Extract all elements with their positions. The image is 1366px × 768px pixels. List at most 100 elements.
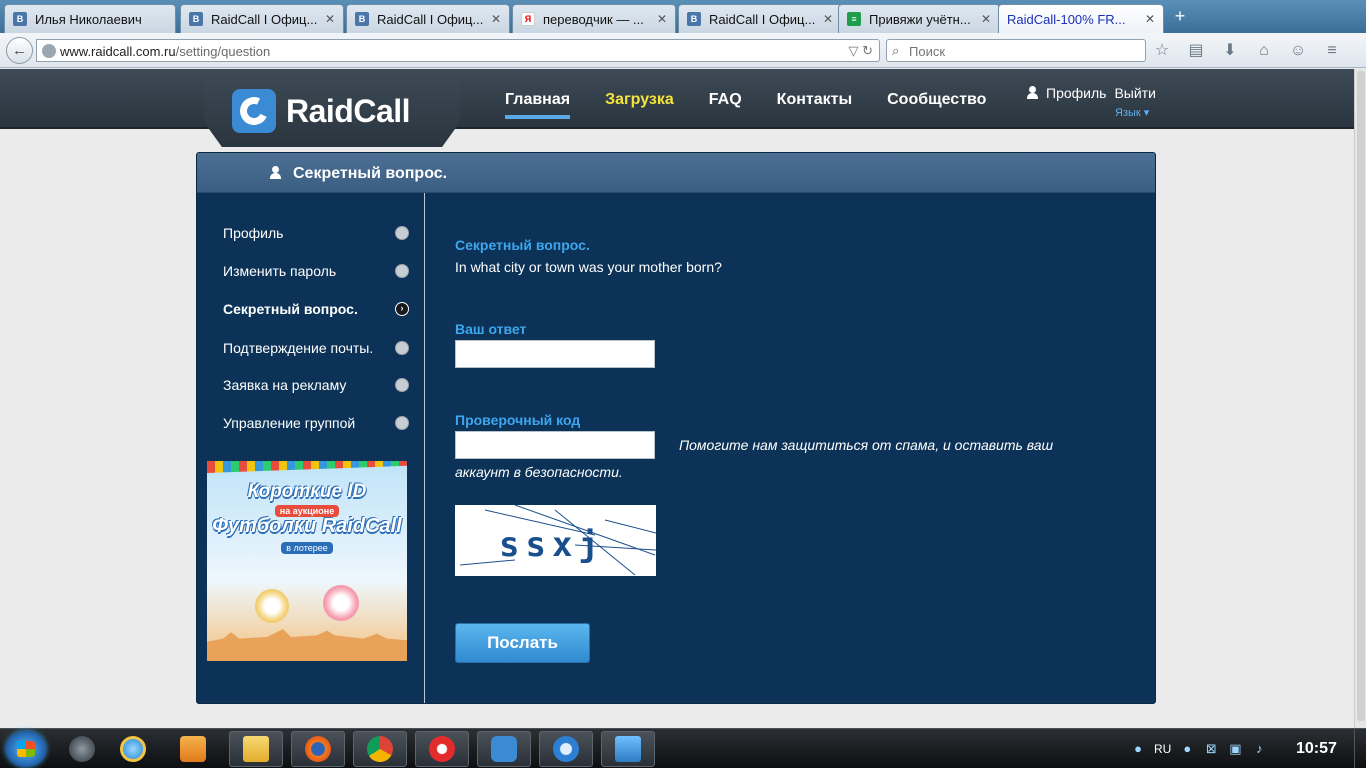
tab-title: Привяжи учётн... bbox=[869, 11, 971, 27]
address-bar[interactable]: www.raidcall.com.ru/setting/question ▽ ↻ bbox=[36, 39, 880, 62]
sidebar-item-change-password[interactable]: Изменить пароль bbox=[223, 260, 409, 282]
chrome-icon[interactable] bbox=[353, 731, 407, 767]
clock[interactable]: 10:57 bbox=[1296, 740, 1337, 758]
tab-title: RaidCall I Офиц... bbox=[709, 11, 816, 27]
language-select[interactable]: Язык ▾ bbox=[1115, 106, 1149, 119]
profile-link[interactable]: Профиль bbox=[1046, 85, 1106, 101]
app-g-icon[interactable] bbox=[539, 731, 593, 767]
tab-title: RaidCall-100% FR... bbox=[1007, 11, 1126, 27]
question-form: Секретный вопрос. In what city or town w… bbox=[455, 193, 1135, 703]
star-icon[interactable]: ☆ bbox=[1152, 41, 1172, 61]
scrollbar-thumb[interactable] bbox=[1357, 71, 1365, 721]
browser-tab-2[interactable]: В RaidCall I Офиц... ✕ bbox=[180, 4, 344, 33]
slider-icon[interactable]: ● bbox=[1179, 741, 1195, 757]
sidebar-item-ad-request[interactable]: Заявка на рекламу bbox=[223, 374, 409, 396]
sidebar-item-label: Профиль bbox=[223, 225, 284, 241]
menu-icon[interactable]: ≡ bbox=[1322, 41, 1342, 61]
clipboard-icon[interactable]: ▤ bbox=[1186, 41, 1206, 61]
answer-input[interactable] bbox=[455, 340, 655, 368]
nav-contacts[interactable]: Контакты bbox=[777, 91, 852, 113]
settings-panel: Секретный вопрос. Профиль Изменить парол… bbox=[196, 152, 1156, 704]
nav-download[interactable]: Загрузка bbox=[605, 91, 674, 113]
nav-faq[interactable]: FAQ bbox=[709, 91, 742, 113]
url-text: www.raidcall.com.ru/setting/question bbox=[60, 44, 270, 59]
captcha-hint: Помогите нам защититься от спама, и оста… bbox=[455, 437, 1054, 480]
url-path: /setting/question bbox=[175, 44, 271, 59]
firefox-icon[interactable] bbox=[291, 731, 345, 767]
nav-community[interactable]: Сообщество bbox=[887, 91, 986, 113]
promo-banner[interactable]: Короткие ID на аукционе Футболки RaidCal… bbox=[207, 461, 407, 661]
vk-icon: В bbox=[13, 12, 27, 26]
settings-sidebar: Профиль Изменить пароль Секретный вопрос… bbox=[197, 193, 425, 703]
download-icon[interactable]: ⬇ bbox=[1220, 41, 1240, 61]
sidebar-item-profile[interactable]: Профиль bbox=[223, 222, 409, 244]
globe-icon bbox=[42, 44, 56, 58]
network-icon[interactable]: ⊠ bbox=[1203, 741, 1219, 757]
search-bar[interactable]: ⌕ bbox=[886, 39, 1146, 62]
browser-tab-3[interactable]: В RaidCall I Офиц... ✕ bbox=[346, 4, 510, 33]
browser-tab-1[interactable]: В Илья Николаевич bbox=[4, 4, 176, 33]
logo-text[interactable]: RaidCall bbox=[286, 93, 411, 130]
explorer-icon[interactable] bbox=[229, 731, 283, 767]
user-box: Профиль Выйти bbox=[1026, 85, 1156, 101]
captcha-image: ssxj bbox=[455, 505, 656, 576]
back-button[interactable]: ← bbox=[6, 37, 33, 64]
raidcall-logo-icon[interactable] bbox=[232, 89, 276, 133]
nav-home[interactable]: Главная bbox=[505, 91, 571, 119]
browser-tab-4[interactable]: Я переводчик — ... ✕ bbox=[512, 4, 676, 33]
home-icon[interactable]: ⌂ bbox=[1254, 41, 1274, 61]
main-nav: Главная Загрузка FAQ Контакты Сообщество bbox=[505, 91, 1021, 119]
close-icon[interactable]: ✕ bbox=[823, 12, 833, 26]
user-icon bbox=[269, 166, 281, 180]
vk-icon: В bbox=[189, 12, 203, 26]
browser-tab-active[interactable]: RaidCall-100% FR... ✕ bbox=[998, 4, 1164, 33]
media-player-icon[interactable] bbox=[166, 731, 220, 767]
toolbar-icons: ☆ ▤ ⬇ ⌂ ☺ ≡ bbox=[1152, 41, 1342, 61]
close-icon[interactable]: ✕ bbox=[657, 12, 667, 26]
photo-viewer-icon[interactable] bbox=[601, 731, 655, 767]
submit-button[interactable]: Послать bbox=[455, 623, 590, 663]
reload-icon[interactable]: ▽ ↻ bbox=[848, 43, 873, 59]
page-scrollbar[interactable] bbox=[1354, 69, 1366, 728]
sidebar-item-group-management[interactable]: Управление группой bbox=[223, 412, 409, 434]
sidebar-item-email-confirm[interactable]: Подтверждение почты. bbox=[223, 337, 409, 359]
close-icon[interactable]: ✕ bbox=[981, 12, 991, 26]
language-indicator[interactable]: RU bbox=[1154, 742, 1171, 756]
new-tab-button[interactable]: + bbox=[1168, 6, 1192, 28]
sidebar-item-label: Подтверждение почты. bbox=[223, 340, 374, 356]
volume-icon[interactable]: ♪ bbox=[1251, 741, 1267, 757]
close-icon[interactable]: ✕ bbox=[325, 12, 335, 26]
browser-tab-5[interactable]: В RaidCall I Офиц... ✕ bbox=[678, 4, 842, 33]
alien-tray-icon[interactable]: ● bbox=[1130, 741, 1146, 757]
raidcall-icon[interactable] bbox=[477, 731, 531, 767]
answer-label: Ваш ответ bbox=[455, 321, 527, 337]
yandex-browser-icon[interactable] bbox=[415, 731, 469, 767]
lottery-ball-icon bbox=[255, 589, 289, 623]
panel-header: Секретный вопрос. bbox=[197, 153, 1155, 193]
show-desktop-button[interactable] bbox=[1354, 729, 1366, 768]
yandex-icon: Я bbox=[521, 12, 535, 26]
ie-icon[interactable] bbox=[106, 731, 160, 767]
search-icon: ⌕ bbox=[892, 43, 900, 58]
circle-icon bbox=[395, 416, 409, 430]
start-button[interactable] bbox=[6, 731, 46, 767]
close-icon[interactable]: ✕ bbox=[1145, 12, 1155, 26]
city-skyline bbox=[207, 629, 407, 661]
monitor-icon[interactable]: ▣ bbox=[1227, 741, 1243, 757]
circle-icon bbox=[395, 378, 409, 392]
vk-icon: В bbox=[355, 12, 369, 26]
chat-icon[interactable]: ☺ bbox=[1288, 41, 1308, 61]
circle-icon bbox=[395, 226, 409, 240]
search-input[interactable] bbox=[909, 42, 1139, 60]
tab-title: RaidCall I Офиц... bbox=[377, 11, 484, 27]
sidebar-item-secret-question[interactable]: Секретный вопрос. › bbox=[223, 298, 409, 320]
banner-tag-text: в лотерее bbox=[281, 542, 333, 554]
logout-link[interactable]: Выйти bbox=[1114, 85, 1155, 101]
alien-icon[interactable] bbox=[60, 731, 104, 767]
close-icon[interactable]: ✕ bbox=[491, 12, 501, 26]
question-text: In what city or town was your mother bor… bbox=[455, 259, 722, 275]
windows-logo-icon bbox=[17, 741, 35, 757]
browser-nav-bar: ← www.raidcall.com.ru/setting/question ▽… bbox=[0, 33, 1366, 68]
browser-tab-6[interactable]: ≡ Привяжи учётн... ✕ bbox=[838, 4, 1000, 33]
web-page: RaidCall Главная Загрузка FAQ Контакты С… bbox=[0, 69, 1354, 728]
